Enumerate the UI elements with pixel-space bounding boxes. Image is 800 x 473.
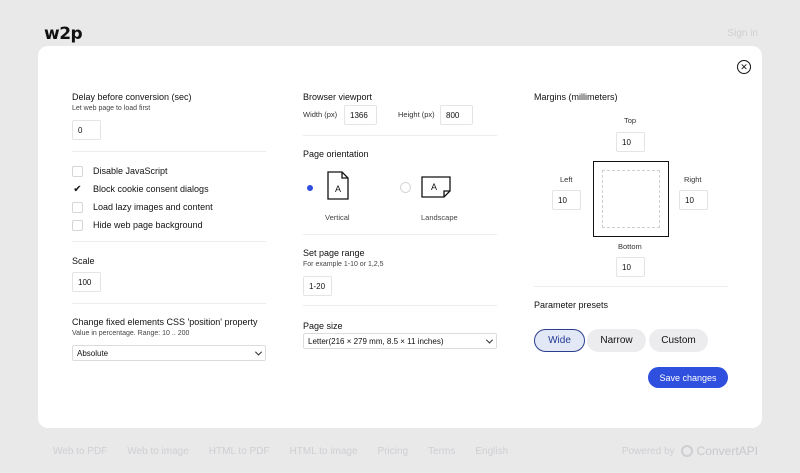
checkbox-block-cookie-dialogs[interactable]: ✔ bbox=[72, 184, 83, 195]
page-size-value: Letter(216 × 279 mm, 8.5 × 11 inches) bbox=[308, 336, 444, 346]
margin-preview-content-area bbox=[602, 170, 660, 228]
viewport-width-input[interactable]: 1366 bbox=[344, 105, 377, 125]
orientation-label: Page orientation bbox=[303, 149, 369, 159]
fixed-position-label: Change fixed elements CSS 'position' pro… bbox=[72, 317, 258, 327]
footer-link-web-to-pdf[interactable]: Web to PDF bbox=[53, 446, 107, 457]
checkmark-icon: ✔ bbox=[73, 183, 82, 195]
margin-right-label: Right bbox=[684, 175, 702, 184]
divider bbox=[72, 241, 266, 242]
checkbox-disable-javascript[interactable] bbox=[72, 165, 83, 177]
viewport-width-label: Width (px) bbox=[303, 110, 338, 119]
landscape-page-letter: A bbox=[431, 182, 437, 192]
option-hide-background[interactable]: Hide web page background bbox=[72, 219, 203, 231]
convertapi-brand[interactable]: ConvertAPI bbox=[680, 444, 758, 458]
footer-link-terms[interactable]: Terms bbox=[428, 446, 455, 457]
fixed-position-hint: Value in percentage. Range: 10 .. 200 bbox=[72, 330, 190, 337]
option-label: Hide web page background bbox=[93, 220, 203, 230]
divider bbox=[303, 234, 497, 235]
footer-link-html-to-image[interactable]: HTML to image bbox=[290, 446, 358, 457]
option-label: Disable JavaScript bbox=[93, 166, 168, 176]
fixed-position-select[interactable]: Absolute bbox=[72, 345, 266, 361]
settings-modal: ✕ Delay before conversion (sec) Let web … bbox=[38, 46, 762, 428]
footer-link-pricing[interactable]: Pricing bbox=[378, 446, 409, 457]
option-load-lazy-images[interactable]: Load lazy images and content bbox=[72, 201, 213, 213]
landscape-page-icon[interactable]: A bbox=[421, 176, 451, 198]
fixed-position-value: Absolute bbox=[77, 348, 109, 358]
option-disable-javascript[interactable]: Disable JavaScript bbox=[72, 165, 168, 177]
page-size-label: Page size bbox=[303, 321, 343, 331]
convertapi-logo-icon bbox=[680, 445, 693, 457]
option-label: Block cookie consent dialogs bbox=[93, 184, 209, 194]
checkbox-hide-background[interactable] bbox=[72, 219, 83, 231]
margin-left-input[interactable]: 10 bbox=[552, 190, 581, 210]
footer: Web to PDF Web to image HTML to PDF HTML… bbox=[0, 444, 800, 460]
preset-custom-button[interactable]: Custom bbox=[649, 329, 708, 352]
preset-narrow-button[interactable]: Narrow bbox=[587, 329, 646, 352]
vertical-label: Vertical bbox=[325, 213, 350, 222]
margin-left-label: Left bbox=[560, 175, 573, 184]
portrait-page-icon[interactable]: A bbox=[327, 171, 349, 200]
divider bbox=[303, 305, 497, 306]
margin-right-input[interactable]: 10 bbox=[679, 190, 708, 210]
save-changes-button[interactable]: Save changes bbox=[648, 367, 728, 388]
preset-wide-button[interactable]: Wide bbox=[534, 329, 585, 352]
chevron-down-icon bbox=[254, 348, 263, 356]
page-range-hint: For example 1-10 or 1,2,5 bbox=[303, 261, 384, 268]
footer-link-html-to-pdf[interactable]: HTML to PDF bbox=[209, 446, 270, 457]
divider bbox=[72, 303, 266, 304]
delay-label: Delay before conversion (sec) bbox=[72, 92, 192, 102]
margin-bottom-input[interactable]: 10 bbox=[616, 257, 645, 277]
sign-in-link[interactable]: Sign in bbox=[727, 28, 758, 39]
divider bbox=[303, 135, 497, 136]
scale-label: Scale bbox=[72, 256, 95, 266]
delay-input[interactable]: 0 bbox=[72, 120, 101, 140]
close-icon[interactable]: ✕ bbox=[737, 60, 751, 74]
landscape-label: Landscape bbox=[421, 213, 458, 222]
brand-name: ConvertAPI bbox=[696, 444, 758, 458]
radio-vertical[interactable] bbox=[304, 182, 315, 193]
page-range-input[interactable]: 1-20 bbox=[303, 276, 332, 296]
app-logo[interactable]: w2p bbox=[44, 24, 83, 44]
option-block-cookie-dialogs[interactable]: ✔ Block cookie consent dialogs bbox=[72, 183, 208, 195]
divider bbox=[534, 286, 728, 287]
delay-hint: Let web page to load first bbox=[72, 105, 151, 112]
radio-landscape[interactable] bbox=[400, 182, 411, 193]
presets-label: Parameter presets bbox=[534, 300, 609, 310]
footer-links: Web to PDF Web to image HTML to PDF HTML… bbox=[53, 446, 508, 457]
chevron-down-icon bbox=[485, 336, 494, 344]
viewport-height-input[interactable]: 800 bbox=[440, 105, 473, 125]
checkbox-load-lazy-images[interactable] bbox=[72, 201, 83, 213]
portrait-page-letter: A bbox=[335, 184, 341, 194]
margins-label: Margins (millimeters) bbox=[534, 92, 618, 102]
footer-language[interactable]: English bbox=[475, 446, 508, 457]
powered-by: Powered by ConvertAPI bbox=[622, 444, 758, 458]
margin-bottom-label: Bottom bbox=[618, 242, 642, 251]
margin-preview bbox=[593, 161, 669, 237]
margin-top-input[interactable]: 10 bbox=[616, 132, 645, 152]
divider bbox=[72, 151, 266, 152]
footer-link-web-to-image[interactable]: Web to image bbox=[127, 446, 189, 457]
option-label: Load lazy images and content bbox=[93, 202, 213, 212]
page-range-label: Set page range bbox=[303, 248, 365, 258]
viewport-height-label: Height (px) bbox=[398, 110, 435, 119]
scale-input[interactable]: 100 bbox=[72, 272, 101, 292]
margin-top-label: Top bbox=[624, 116, 637, 125]
page-size-select[interactable]: Letter(216 × 279 mm, 8.5 × 11 inches) bbox=[303, 333, 497, 349]
viewport-label: Browser viewport bbox=[303, 92, 373, 102]
powered-by-text: Powered by bbox=[621, 445, 675, 457]
